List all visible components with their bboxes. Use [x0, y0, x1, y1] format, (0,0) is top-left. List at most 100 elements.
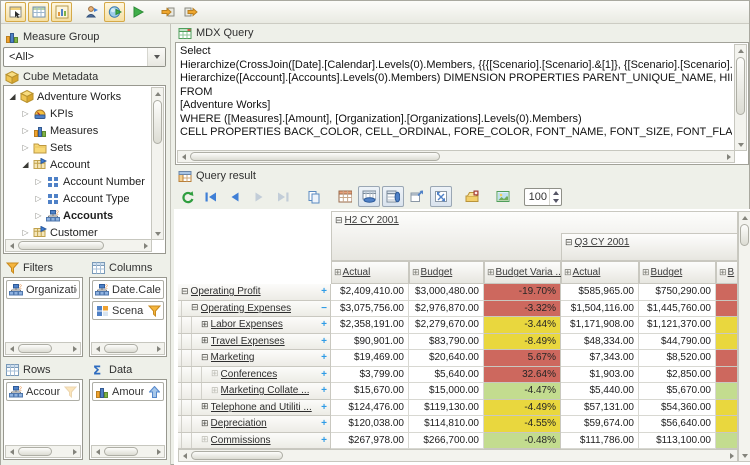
expand-row-icon[interactable]: ⊞ [211, 386, 219, 396]
tree-item-adventure-works[interactable]: ◢Adventure Works [6, 88, 148, 105]
expand-row-icon[interactable]: ⊞ [201, 435, 209, 445]
copy-button[interactable] [303, 186, 325, 207]
popout-button[interactable] [406, 186, 428, 207]
nav-first-button[interactable] [200, 186, 222, 207]
expand-row-icon[interactable]: ⊞ [211, 369, 219, 379]
measure-group-dropdown[interactable]: <All> [3, 47, 166, 67]
tree-item-measures[interactable]: ▷Measures [6, 122, 161, 139]
zone-box-rows[interactable]: 2Accounts [3, 379, 83, 460]
drill-expand-icon[interactable]: + [318, 336, 330, 347]
row-header-conferences[interactable]: ⊞Conferences+ [178, 367, 331, 384]
grid-cell: $3,000,480.00 [409, 284, 484, 301]
fit-rows-button[interactable] [382, 186, 404, 207]
drill-expand-icon[interactable]: + [318, 402, 330, 413]
row-header-marketing-collate-[interactable]: ⊞Marketing Collate ...+ [178, 383, 331, 400]
expand-toggle-icon[interactable]: ▷ [21, 109, 30, 118]
grid-button[interactable] [334, 186, 356, 207]
column-header-budget[interactable]: ⊞Budget [639, 261, 716, 284]
fit-columns-button[interactable] [358, 186, 380, 207]
column-header-budget[interactable]: ⊞Budget [409, 261, 484, 284]
row-header-depreciation[interactable]: ⊞Depreciation+ [178, 416, 331, 433]
zone-hscrollbar[interactable] [5, 342, 81, 355]
tree-vscrollbar[interactable] [151, 87, 164, 240]
dropdown-arrow-icon[interactable] [147, 48, 165, 66]
drill-expand-icon[interactable]: + [318, 418, 330, 429]
expand-toggle-icon[interactable]: ▷ [21, 228, 30, 237]
mdx-query-textbox[interactable]: SelectHierarchize(CrossJoin([Date].[Cale… [175, 42, 749, 165]
drill-expand-icon[interactable]: + [318, 286, 330, 297]
drill-expand-icon[interactable]: + [318, 435, 330, 446]
hierarchy-icon: 2 [46, 209, 60, 222]
expand-row-icon[interactable]: ⊞ [201, 419, 209, 429]
mdx-hscrollbar[interactable] [177, 150, 735, 163]
drill-expand-icon[interactable]: + [318, 319, 330, 330]
chart-designer-button[interactable] [51, 2, 72, 22]
grid-hscrollbar[interactable] [178, 449, 738, 462]
row-header-commissions[interactable]: ⊞Commissions+ [178, 433, 331, 450]
collapse-row-icon[interactable]: ⊟ [191, 303, 199, 313]
execute-button[interactable] [127, 2, 148, 22]
form-designer-button[interactable] [5, 2, 26, 22]
row-header-telephone-and-utiliti-[interactable]: ⊞Telephone and Utiliti ...+ [178, 400, 331, 417]
zone-item-amount[interactable]: Amount [92, 382, 164, 401]
zone-hscrollbar[interactable] [91, 445, 165, 458]
expand-row-icon[interactable]: ⊞ [201, 336, 209, 346]
zoom-spinner[interactable]: 100 [524, 188, 562, 206]
refresh-button[interactable] [176, 186, 198, 207]
image-export-button[interactable] [492, 186, 514, 207]
zone-item-accounts[interactable]: 2Accounts [6, 382, 80, 401]
tree-hscrollbar[interactable] [5, 239, 152, 252]
expand-toggle-icon[interactable]: ▷ [21, 143, 30, 152]
grid-cell: -0.48% [484, 433, 561, 450]
collapse-row-icon[interactable]: ⊟ [201, 353, 209, 363]
zone-item-date-calend[interactable]: 2Date.Calend [92, 280, 164, 299]
export-button[interactable] [180, 2, 201, 22]
zone-item-scenario[interactable]: Scenario [92, 301, 164, 320]
column-group-q3-cy-2001[interactable]: ⊟Q3 CY 2001 [561, 233, 738, 261]
column-header-actual[interactable]: ⊞Actual [331, 261, 409, 284]
zone-hscrollbar[interactable] [5, 445, 81, 458]
tree-item-account[interactable]: ◢Account [6, 156, 161, 173]
column-header-actual[interactable]: ⊞Actual [561, 261, 639, 284]
row-header-operating-expenses[interactable]: ⊟Operating Expenses− [178, 301, 331, 318]
column-header-budget-varia-[interactable]: ⊞Budget Varia ... [484, 261, 561, 284]
collapse-toggle-icon[interactable]: ◢ [8, 92, 17, 101]
expand-window-button[interactable] [430, 186, 452, 207]
drill-collapse-icon[interactable]: − [318, 303, 330, 314]
tree-item-sets[interactable]: ▷Sets [6, 139, 161, 156]
row-header-marketing[interactable]: ⊟Marketing+ [178, 350, 331, 367]
tree-item-account-number[interactable]: ▷Account Number [6, 173, 166, 190]
user-connect-button[interactable] [81, 2, 102, 22]
drill-expand-icon[interactable]: + [318, 352, 330, 363]
drill-expand-icon[interactable]: + [318, 369, 330, 380]
nav-prev-button[interactable] [224, 186, 246, 207]
expand-toggle-icon[interactable]: ▷ [34, 194, 43, 203]
tree-item-kpis[interactable]: ▷KPIs [6, 105, 161, 122]
export-result-button[interactable] [461, 186, 483, 207]
import-button[interactable] [157, 2, 178, 22]
row-header-labor-expenses[interactable]: ⊞Labor Expenses+ [178, 317, 331, 334]
row-header-operating-profit[interactable]: ⊟Operating Profit+ [178, 284, 331, 301]
zone-box-columns[interactable]: 2Date.Calend Scenario [89, 277, 167, 357]
zone-item-organization[interactable]: 2Organization [6, 280, 80, 299]
row-header-travel-expenses[interactable]: ⊞Travel Expenses+ [178, 334, 331, 351]
collapse-toggle-icon[interactable]: ◢ [21, 160, 30, 169]
mdx-vscrollbar[interactable] [734, 44, 747, 151]
tree-item-account-type[interactable]: ▷Account Type [6, 190, 166, 207]
tree-item-accounts[interactable]: ▷2Accounts [6, 207, 166, 224]
spinner-arrows-icon[interactable] [549, 189, 561, 205]
expand-row-icon[interactable]: ⊞ [201, 402, 209, 412]
grid-vscrollbar[interactable] [738, 211, 750, 462]
data-view-button[interactable] [28, 2, 49, 22]
zone-box-filters[interactable]: 2Organization [3, 277, 83, 357]
expand-toggle-icon[interactable]: ▷ [21, 126, 30, 135]
expand-row-icon[interactable]: ⊞ [201, 320, 209, 330]
column-header-b[interactable]: ⊞B [716, 261, 738, 284]
drill-expand-icon[interactable]: + [318, 385, 330, 396]
expand-toggle-icon[interactable]: ▷ [34, 177, 43, 186]
zone-box-data[interactable]: Amount [89, 379, 167, 460]
cube-browser-button[interactable] [104, 2, 125, 22]
collapse-row-icon[interactable]: ⊟ [181, 287, 189, 297]
expand-toggle-icon[interactable]: ▷ [34, 211, 43, 220]
zone-hscrollbar[interactable] [91, 342, 165, 355]
